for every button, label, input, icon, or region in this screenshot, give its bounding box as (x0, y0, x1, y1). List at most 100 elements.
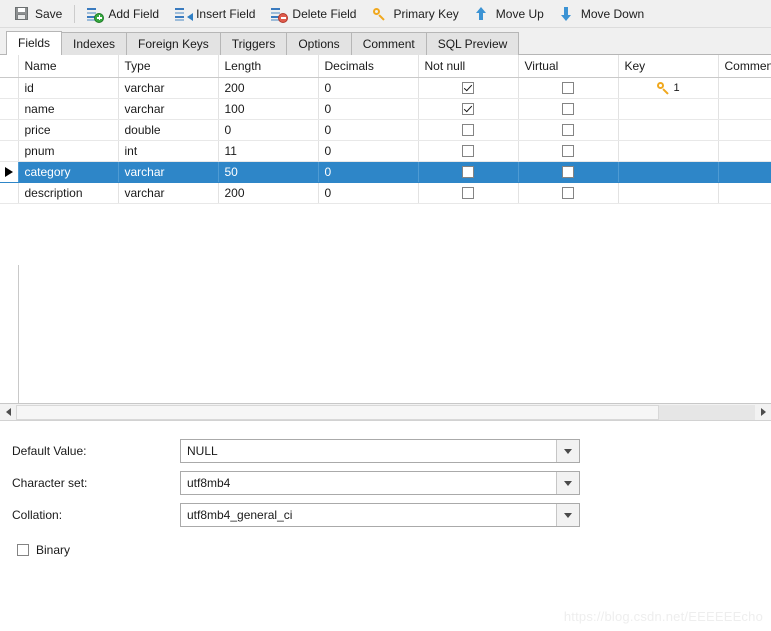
cell-name[interactable]: id (18, 77, 119, 99)
cell-key[interactable] (618, 182, 719, 204)
cell-virtual-checkbox[interactable] (562, 82, 574, 95)
row-gutter[interactable] (0, 77, 19, 99)
tab-triggers[interactable]: Triggers (219, 32, 288, 55)
tab-indexes[interactable]: Indexes (61, 32, 128, 55)
row-gutter[interactable] (0, 119, 19, 141)
column-header-length[interactable]: Length (218, 55, 319, 78)
cell-type[interactable]: varchar (118, 77, 219, 99)
cell-type[interactable]: varchar (118, 161, 219, 183)
binary-checkbox[interactable] (17, 544, 29, 556)
cell-comment[interactable] (718, 98, 771, 120)
cell-key[interactable] (618, 98, 719, 120)
cell-not-null[interactable] (418, 182, 519, 204)
cell-virtual[interactable] (518, 161, 619, 183)
cell-length[interactable]: 0 (218, 119, 319, 141)
cell-name[interactable]: pnum (18, 140, 119, 162)
delete-field-button[interactable]: Delete Field (263, 2, 364, 26)
scroll-right-arrow-icon[interactable] (755, 404, 771, 420)
cell-not-null-checkbox[interactable] (462, 103, 474, 116)
cell-type[interactable]: int (118, 140, 219, 162)
tab-fields[interactable]: Fields (6, 31, 63, 55)
cell-virtual-checkbox[interactable] (562, 103, 574, 116)
cell-comment[interactable] (718, 161, 771, 183)
column-header-comment[interactable]: Comment (718, 55, 771, 78)
scrollbar-thumb[interactable] (16, 404, 659, 420)
tab-foreign-keys[interactable]: Foreign Keys (126, 32, 221, 55)
default-value-input[interactable]: NULL (181, 440, 556, 462)
cell-type[interactable]: varchar (118, 182, 219, 204)
cell-comment[interactable] (718, 77, 771, 99)
row-gutter[interactable] (0, 140, 19, 162)
cell-decimals[interactable]: 0 (318, 77, 419, 99)
collation-chevron-down-icon[interactable] (556, 504, 579, 526)
row-gutter[interactable] (0, 98, 19, 120)
character-set-combo[interactable]: utf8mb4 (180, 471, 580, 495)
default-value-chevron-down-icon[interactable] (556, 440, 579, 462)
cell-comment[interactable] (718, 140, 771, 162)
cell-virtual[interactable] (518, 140, 619, 162)
cell-not-null-checkbox[interactable] (462, 187, 474, 200)
table-row[interactable]: description varchar 200 0 (0, 182, 771, 204)
collation-combo[interactable]: utf8mb4_general_ci (180, 503, 580, 527)
character-set-input[interactable]: utf8mb4 (181, 472, 556, 494)
scroll-left-arrow-icon[interactable] (0, 404, 16, 420)
table-row[interactable]: name varchar 100 0 (0, 98, 771, 120)
cell-virtual-checkbox[interactable] (562, 124, 574, 137)
column-header-type[interactable]: Type (118, 55, 219, 78)
cell-not-null-checkbox[interactable] (462, 145, 474, 158)
save-button[interactable]: Save (6, 2, 70, 26)
cell-virtual-checkbox[interactable] (562, 187, 574, 200)
cell-length[interactable]: 11 (218, 140, 319, 162)
binary-row[interactable]: Binary (17, 535, 771, 565)
row-gutter[interactable] (0, 161, 19, 183)
cell-key[interactable] (618, 140, 719, 162)
cell-decimals[interactable]: 0 (318, 182, 419, 204)
column-header-decimals[interactable]: Decimals (318, 55, 419, 78)
default-value-combo[interactable]: NULL (180, 439, 580, 463)
cell-key[interactable]: 1 (618, 77, 719, 99)
tab-sql-preview[interactable]: SQL Preview (425, 32, 520, 55)
cell-name[interactable]: description (18, 182, 119, 204)
tab-options[interactable]: Options (286, 32, 352, 55)
table-row[interactable]: price double 0 0 (0, 119, 771, 141)
cell-not-null[interactable] (418, 119, 519, 141)
cell-virtual-checkbox[interactable] (562, 145, 574, 158)
cell-decimals[interactable]: 0 (318, 161, 419, 183)
cell-type[interactable]: double (118, 119, 219, 141)
column-header-not-null[interactable]: Not null (418, 55, 519, 78)
cell-comment[interactable] (718, 119, 771, 141)
row-gutter[interactable] (0, 182, 19, 204)
cell-name[interactable]: price (18, 119, 119, 141)
cell-decimals[interactable]: 0 (318, 119, 419, 141)
add-field-button[interactable]: Add Field (79, 2, 167, 26)
scrollbar-track[interactable] (16, 404, 755, 420)
column-header-name[interactable]: Name (18, 55, 119, 78)
collation-input[interactable]: utf8mb4_general_ci (181, 504, 556, 526)
cell-length[interactable]: 200 (218, 77, 319, 99)
column-header-virtual[interactable]: Virtual (518, 55, 619, 78)
cell-not-null[interactable] (418, 140, 519, 162)
cell-name[interactable]: name (18, 98, 119, 120)
cell-not-null-checkbox[interactable] (462, 82, 474, 95)
cell-key[interactable] (618, 161, 719, 183)
cell-length[interactable]: 200 (218, 182, 319, 204)
insert-field-button[interactable]: Insert Field (167, 2, 263, 26)
cell-decimals[interactable]: 0 (318, 140, 419, 162)
table-row[interactable]: pnum int 11 0 (0, 140, 771, 162)
cell-length[interactable]: 100 (218, 98, 319, 120)
cell-virtual[interactable] (518, 77, 619, 99)
primary-key-button[interactable]: Primary Key (364, 2, 466, 26)
horizontal-scrollbar[interactable] (0, 404, 771, 421)
cell-decimals[interactable]: 0 (318, 98, 419, 120)
cell-not-null[interactable] (418, 77, 519, 99)
cell-virtual-checkbox[interactable] (562, 166, 574, 179)
table-row[interactable]: id varchar 200 0 1 (0, 77, 771, 99)
move-up-button[interactable]: Move Up (467, 2, 552, 26)
tab-comment[interactable]: Comment (350, 32, 427, 55)
cell-virtual[interactable] (518, 182, 619, 204)
cell-not-null-checkbox[interactable] (462, 166, 474, 179)
cell-virtual[interactable] (518, 98, 619, 120)
cell-not-null[interactable] (418, 98, 519, 120)
cell-not-null[interactable] (418, 161, 519, 183)
cell-not-null-checkbox[interactable] (462, 124, 474, 137)
